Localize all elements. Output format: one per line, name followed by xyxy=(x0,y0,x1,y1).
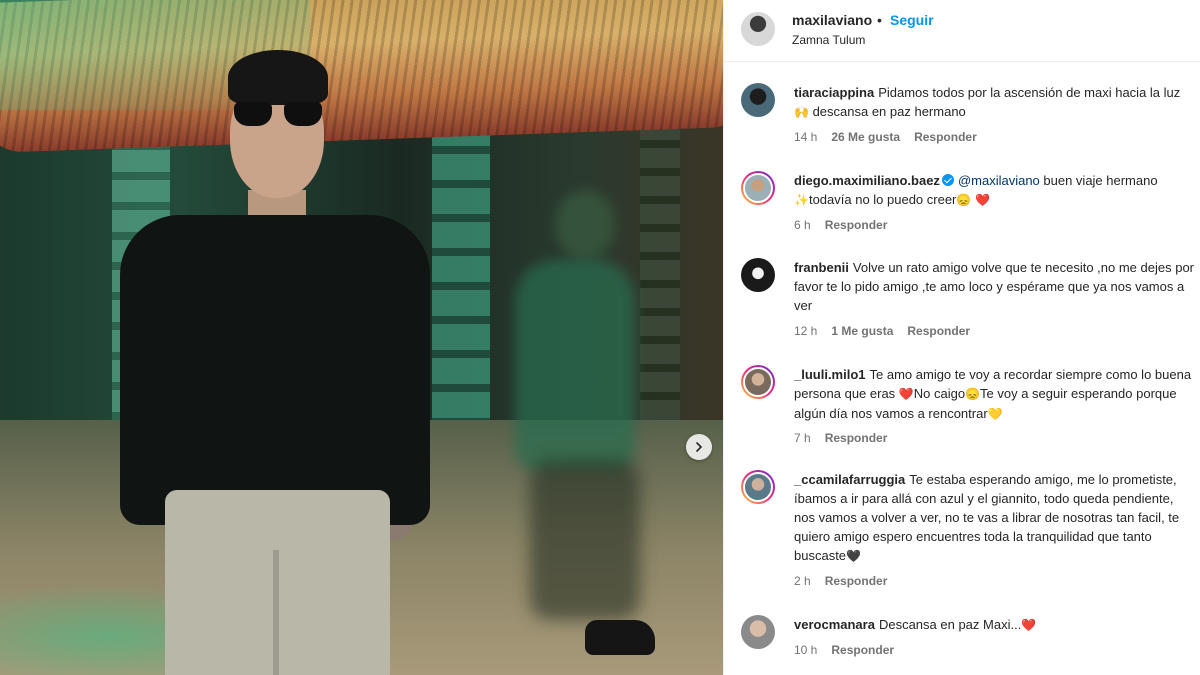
comment-text: diego.maximiliano.baez @maxilaviano buen … xyxy=(794,171,1194,210)
comment-time[interactable]: 12 h xyxy=(794,324,817,338)
comment-meta: 14 h 26 Me gusta Responder xyxy=(794,130,991,144)
subject-sunglasses xyxy=(234,102,322,128)
comment-time[interactable]: 10 h xyxy=(794,643,817,657)
emoji: 🙌 xyxy=(794,105,809,119)
comment-username[interactable]: diego.maximiliano.baez xyxy=(794,173,940,188)
comment-meta: 6 h Responder xyxy=(794,218,901,232)
reply-button[interactable]: Responder xyxy=(831,643,894,657)
comment-mention[interactable]: @maxilaviano xyxy=(958,173,1040,188)
follow-button[interactable]: Seguir xyxy=(890,12,934,28)
verified-badge-icon xyxy=(941,174,954,186)
comment-body: todavía no lo puedo creer xyxy=(808,192,957,207)
comments-list[interactable]: tiaraciappina Pidamos todos por la ascens… xyxy=(724,62,1200,675)
commenter-avatar[interactable] xyxy=(741,171,775,205)
comment-likes[interactable]: 1 Me gusta xyxy=(831,324,893,338)
photo-subject xyxy=(120,50,430,675)
photo-pillar xyxy=(432,120,490,450)
author-avatar[interactable] xyxy=(741,12,775,46)
commenter-avatar[interactable] xyxy=(741,470,775,504)
comment-text: _ccamilafarruggia Te estaba esperando ami… xyxy=(794,470,1194,566)
comment-username[interactable]: verocmanara xyxy=(794,617,875,632)
emoji: ❤️ xyxy=(974,193,990,207)
emoji: ❤️ xyxy=(1021,618,1037,632)
comment-time[interactable]: 6 h xyxy=(794,218,811,232)
commenter-avatar[interactable] xyxy=(741,258,775,292)
post-header: maxilaviano • Seguir Zamna Tulum xyxy=(724,0,1200,62)
photo-pillar xyxy=(640,120,680,450)
comment-body: Pidamos todos por la ascensión de maxi h… xyxy=(878,85,1181,100)
carousel-next-button[interactable] xyxy=(686,434,712,460)
emoji: 💛 xyxy=(987,407,1003,421)
comment-username[interactable]: franbenii xyxy=(794,260,849,275)
chevron-right-icon xyxy=(696,442,703,452)
comment-time[interactable]: 14 h xyxy=(794,130,817,144)
emoji: ✨ xyxy=(794,193,809,207)
commenter-avatar[interactable] xyxy=(741,83,775,117)
comment-username[interactable]: _ccamilafarruggia xyxy=(794,472,905,487)
comment-text: tiaraciappina Pidamos todos por la ascens… xyxy=(794,83,1194,122)
comment-time[interactable]: 7 h xyxy=(794,431,811,445)
commenter-avatar[interactable] xyxy=(741,365,775,399)
author-username[interactable]: maxilaviano xyxy=(792,12,872,28)
comment-meta: 12 h 1 Me gusta Responder xyxy=(794,324,984,338)
comment-meta: 10 h Responder xyxy=(794,643,908,657)
post-photo[interactable] xyxy=(0,0,723,675)
post-sidebar: maxilaviano • Seguir Zamna Tulum tiaraci… xyxy=(723,0,1200,675)
photo-blurred-person-legs xyxy=(530,460,640,620)
subject-shirt xyxy=(120,215,430,525)
comment-text: verocmanara Descansa en paz Maxi...❤️ xyxy=(794,615,1194,635)
reply-button[interactable]: Responder xyxy=(825,218,888,232)
post-location[interactable]: Zamna Tulum xyxy=(792,33,865,47)
comment-body: Volve un rato amigo volve que te necesit… xyxy=(794,260,1195,313)
photo-blurred-person xyxy=(555,190,615,260)
comment-text: franbenii Volve un rato amigo volve que t… xyxy=(794,258,1194,315)
comment-body: Descansa en paz Maxi... xyxy=(878,617,1022,632)
emoji: 😞 xyxy=(965,387,981,401)
photo-blurred-person-shoe xyxy=(585,620,655,655)
comment-body: No caigo xyxy=(913,386,966,401)
reply-button[interactable]: Responder xyxy=(825,574,888,588)
comment-username[interactable]: tiaraciappina xyxy=(794,85,874,100)
reply-button[interactable]: Responder xyxy=(907,324,970,338)
subject-hair xyxy=(228,50,328,105)
emoji: ❤️ xyxy=(898,387,914,401)
comment-time[interactable]: 2 h xyxy=(794,574,811,588)
commenter-avatar[interactable] xyxy=(741,615,775,649)
comment-likes[interactable]: 26 Me gusta xyxy=(831,130,900,144)
emoji: 😞 xyxy=(956,193,972,207)
separator-dot: • xyxy=(877,12,882,28)
photo-blurred-person-body xyxy=(515,260,635,470)
emoji: 🖤 xyxy=(846,549,861,563)
comment-body: descansa en paz hermano xyxy=(808,104,966,119)
comment-meta: 7 h Responder xyxy=(794,431,901,445)
comment-username[interactable]: _luuli.milo1 xyxy=(794,367,866,382)
comment-meta: 2 h Responder xyxy=(794,574,901,588)
comment-body: buen viaje hermano xyxy=(1039,173,1158,188)
comment-text: _luuli.milo1 Te amo amigo te voy a record… xyxy=(794,365,1194,424)
reply-button[interactable]: Responder xyxy=(914,130,977,144)
subject-pants xyxy=(165,490,390,675)
reply-button[interactable]: Responder xyxy=(825,431,888,445)
